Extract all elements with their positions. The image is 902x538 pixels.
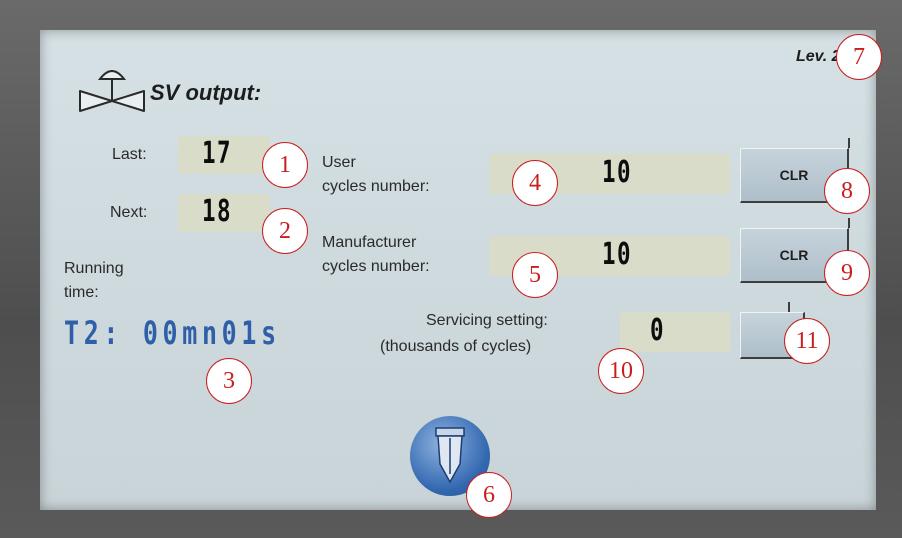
page-title: SV output: [150, 80, 262, 105]
servicing-label-line1: Servicing setting: [426, 312, 548, 329]
callout-1: 1 [262, 142, 308, 188]
next-value: 18 [202, 194, 233, 229]
running-time-value: T2: 00mn01s [64, 314, 281, 352]
callout-4: 4 [512, 160, 558, 206]
callout-6: 6 [466, 472, 512, 518]
callout-2: 2 [262, 208, 308, 254]
callout-9: 9 [824, 250, 870, 296]
valve-icon [79, 70, 145, 112]
button-tick-mark [848, 218, 850, 228]
servicing-field[interactable]: 0 [620, 312, 730, 352]
user-cycles-label-line2: cycles number: [322, 178, 430, 195]
callout-8: 8 [824, 168, 870, 214]
servicing-value: 0 [650, 313, 666, 348]
user-cycles-label-line1: User [322, 154, 356, 171]
button-tick-mark [788, 302, 790, 312]
next-field: 18 [178, 194, 270, 232]
running-time-label-line1: Running [64, 260, 124, 277]
nozzle-icon [435, 427, 465, 484]
user-cycles-value: 10 [602, 155, 633, 190]
callout-3: 3 [206, 358, 252, 404]
callout-7: 7 [836, 34, 882, 80]
button-tick-mark [848, 138, 850, 148]
callout-11: 11 [784, 318, 830, 364]
callout-5: 5 [512, 252, 558, 298]
touch-screen: Lev. 2 SV output: Last: 17 Next: 18 Runn… [40, 30, 882, 518]
manufacturer-cycles-label-line1: Manufacturer [322, 234, 417, 251]
access-level-label: Lev. 2 [796, 48, 841, 65]
running-time-label-line2: time: [64, 284, 99, 301]
manufacturer-cycles-value: 10 [602, 237, 633, 272]
last-value: 17 [202, 136, 233, 171]
callout-10: 10 [598, 348, 644, 394]
servicing-label-line2: (thousands of cycles) [380, 338, 532, 355]
next-label: Next: [110, 204, 148, 221]
last-field: 17 [178, 136, 270, 174]
manufacturer-cycles-label-line2: cycles number: [322, 258, 430, 275]
last-label: Last: [112, 146, 147, 163]
